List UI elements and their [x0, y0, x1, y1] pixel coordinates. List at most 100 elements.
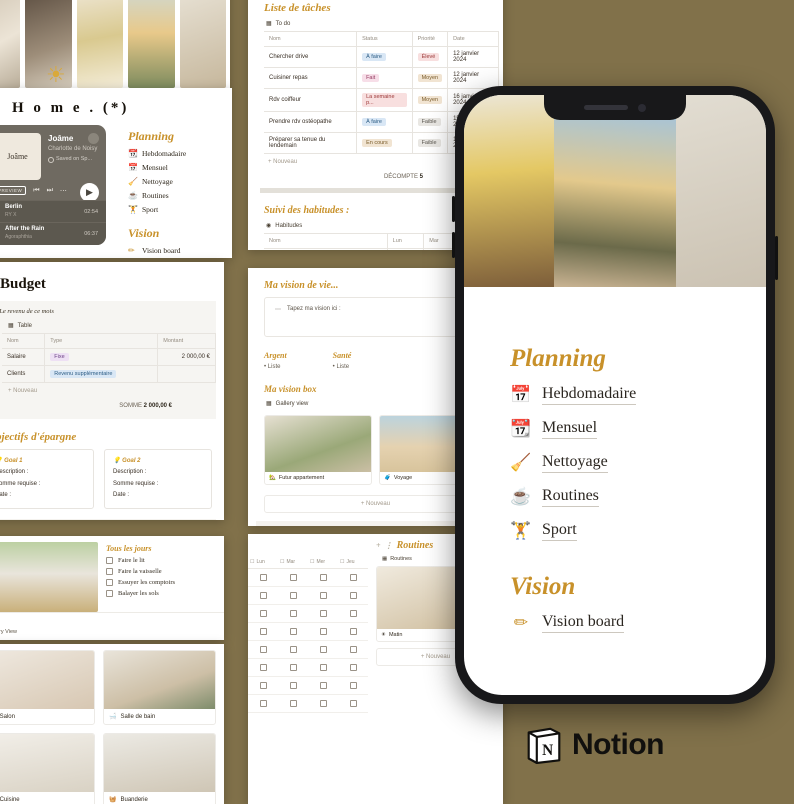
cell-checkbox[interactable]	[338, 605, 368, 623]
column-header-lun[interactable]: Lun	[387, 233, 425, 249]
phone-power-button[interactable]	[775, 236, 778, 280]
checkbox[interactable]	[106, 590, 113, 597]
phone-nav-item-hebdomadaire[interactable]: 📅 Hebdomadaire	[510, 385, 766, 405]
phone-volume-up-button[interactable]	[452, 196, 455, 222]
checkbox[interactable]	[319, 610, 327, 617]
add-row-button[interactable]: + Nouveau	[0, 383, 206, 397]
phone-nav-item-nettoyage[interactable]: 🧹 Nettoyage	[510, 453, 766, 473]
sidebar-item-nettoyage[interactable]: 🧹 Nettoyage	[128, 177, 186, 186]
checkbox[interactable]	[319, 574, 327, 581]
column-header-date[interactable]: Date	[447, 31, 499, 47]
checkbox[interactable]	[349, 646, 357, 653]
cell-checkbox[interactable]	[278, 695, 308, 713]
checkbox[interactable]	[106, 568, 113, 575]
column-header-nom[interactable]: Nom	[2, 333, 46, 349]
checkbox[interactable]	[106, 557, 113, 564]
gallery-card-salon[interactable]: 🛋 Salon	[0, 650, 95, 725]
checkbox[interactable]	[289, 610, 297, 617]
checkbox[interactable]	[259, 700, 267, 707]
checkbox[interactable]	[349, 574, 357, 581]
table-row[interactable]	[248, 623, 368, 641]
cell-checkbox[interactable]	[248, 641, 278, 659]
checkbox[interactable]	[259, 574, 267, 581]
checkbox[interactable]	[289, 628, 297, 635]
column-header-montant[interactable]: Montant	[157, 333, 216, 349]
cell-checkbox[interactable]	[248, 605, 278, 623]
cell-checkbox[interactable]	[387, 248, 425, 250]
table-row[interactable]: Salaire Fixe 2 000,00 €	[2, 348, 216, 366]
vision-text-input[interactable]: ⋯ Tapez ma vision ici :	[264, 297, 487, 337]
cell-checkbox[interactable]	[248, 677, 278, 695]
todo-view-tab[interactable]: ▦ To do	[248, 20, 503, 31]
column-header-status[interactable]: Status	[356, 31, 413, 47]
checkbox[interactable]	[319, 664, 327, 671]
add-card-button[interactable]: + Nouveau	[264, 495, 487, 513]
cell-checkbox[interactable]	[278, 677, 308, 695]
cell-checkbox[interactable]	[338, 587, 368, 605]
column-header-type[interactable]: Type	[44, 333, 159, 349]
column-header-lun[interactable]: ☐ Lun	[248, 556, 278, 569]
checkbox[interactable]	[349, 610, 357, 617]
checkbox[interactable]	[259, 646, 267, 653]
sidebar-item-sport[interactable]: 🏋 Sport	[128, 205, 186, 214]
table-row[interactable]	[248, 695, 368, 713]
cell-checkbox[interactable]	[308, 569, 338, 587]
checkbox[interactable]	[319, 682, 327, 689]
checklist-item[interactable]: Essuyer les comptoirs	[106, 579, 175, 586]
cell-checkbox[interactable]	[308, 605, 338, 623]
cell-checkbox[interactable]	[338, 695, 368, 713]
cell-checkbox[interactable]	[248, 623, 278, 641]
checkbox[interactable]	[289, 574, 297, 581]
add-icon[interactable]: +	[376, 541, 381, 550]
drag-handle-icon[interactable]: ⋮	[385, 541, 393, 550]
column-item[interactable]: • Liste	[333, 360, 352, 370]
more-options-icon[interactable]: ⋯	[60, 187, 67, 195]
cell-checkbox[interactable]	[308, 695, 338, 713]
table-row[interactable]	[248, 641, 368, 659]
cell-checkbox[interactable]	[308, 641, 338, 659]
checkbox[interactable]	[259, 592, 267, 599]
table-view-tab[interactable]: ▦ Table	[0, 315, 206, 333]
cell-checkbox[interactable]	[308, 587, 338, 605]
cell-checkbox[interactable]	[338, 659, 368, 677]
checkbox[interactable]	[319, 628, 327, 635]
cell-checkbox[interactable]	[338, 641, 368, 659]
phone-volume-down-button[interactable]	[452, 232, 455, 258]
cell-checkbox[interactable]	[338, 569, 368, 587]
gallery-card-buanderie[interactable]: 🧺 Buanderie	[103, 733, 216, 804]
checkbox[interactable]	[259, 682, 267, 689]
table-row[interactable]	[248, 587, 368, 605]
cell-checkbox[interactable]	[278, 623, 308, 641]
sidebar-item-vision-board[interactable]: ✏ Vision board	[128, 246, 186, 255]
checkbox[interactable]	[349, 628, 357, 635]
gallery-card-cuisine[interactable]: 🍽 Cuisine	[0, 733, 95, 804]
list-item[interactable]: 1 Berlin RY X 02:54	[0, 199, 106, 223]
column-item[interactable]: • Liste	[264, 360, 287, 370]
checkbox[interactable]	[289, 646, 297, 653]
cell-checkbox[interactable]	[278, 659, 308, 677]
checkbox[interactable]	[319, 592, 327, 599]
phone-nav-item-routines[interactable]: ☕ Routines	[510, 487, 766, 507]
table-row[interactable]: Cuisiner repas Fait Moyen 12 janvier 202…	[264, 67, 499, 89]
cell-checkbox[interactable]	[308, 623, 338, 641]
column-header-jeu[interactable]: ☐ Jeu	[338, 556, 368, 569]
cell-checkbox[interactable]	[278, 605, 308, 623]
next-track-icon[interactable]: ⏭	[47, 187, 53, 195]
cell-checkbox[interactable]	[248, 587, 278, 605]
table-row[interactable]	[248, 677, 368, 695]
list-item[interactable]: 2 After the Rain Agoraphthia 06:37	[0, 222, 106, 245]
phone-nav-item-vision-board[interactable]: ✏ Vision board	[510, 613, 766, 633]
column-header-nom[interactable]: Nom	[264, 31, 358, 47]
checkbox[interactable]	[289, 682, 297, 689]
checkbox[interactable]	[349, 682, 357, 689]
checkbox[interactable]	[289, 700, 297, 707]
cell-checkbox[interactable]	[338, 623, 368, 641]
column-header-mer[interactable]: ☐ Mer	[308, 556, 338, 569]
cell-checkbox[interactable]	[338, 677, 368, 695]
cell-checkbox[interactable]	[248, 569, 278, 587]
spotify-menu-icon[interactable]	[88, 133, 99, 144]
sidebar-item-routines[interactable]: ☕ Routines	[128, 191, 186, 200]
checkbox[interactable]	[259, 628, 267, 635]
column-header-nom[interactable]: Nom	[264, 233, 388, 249]
column-header-priorite[interactable]: Priorité	[412, 31, 449, 47]
